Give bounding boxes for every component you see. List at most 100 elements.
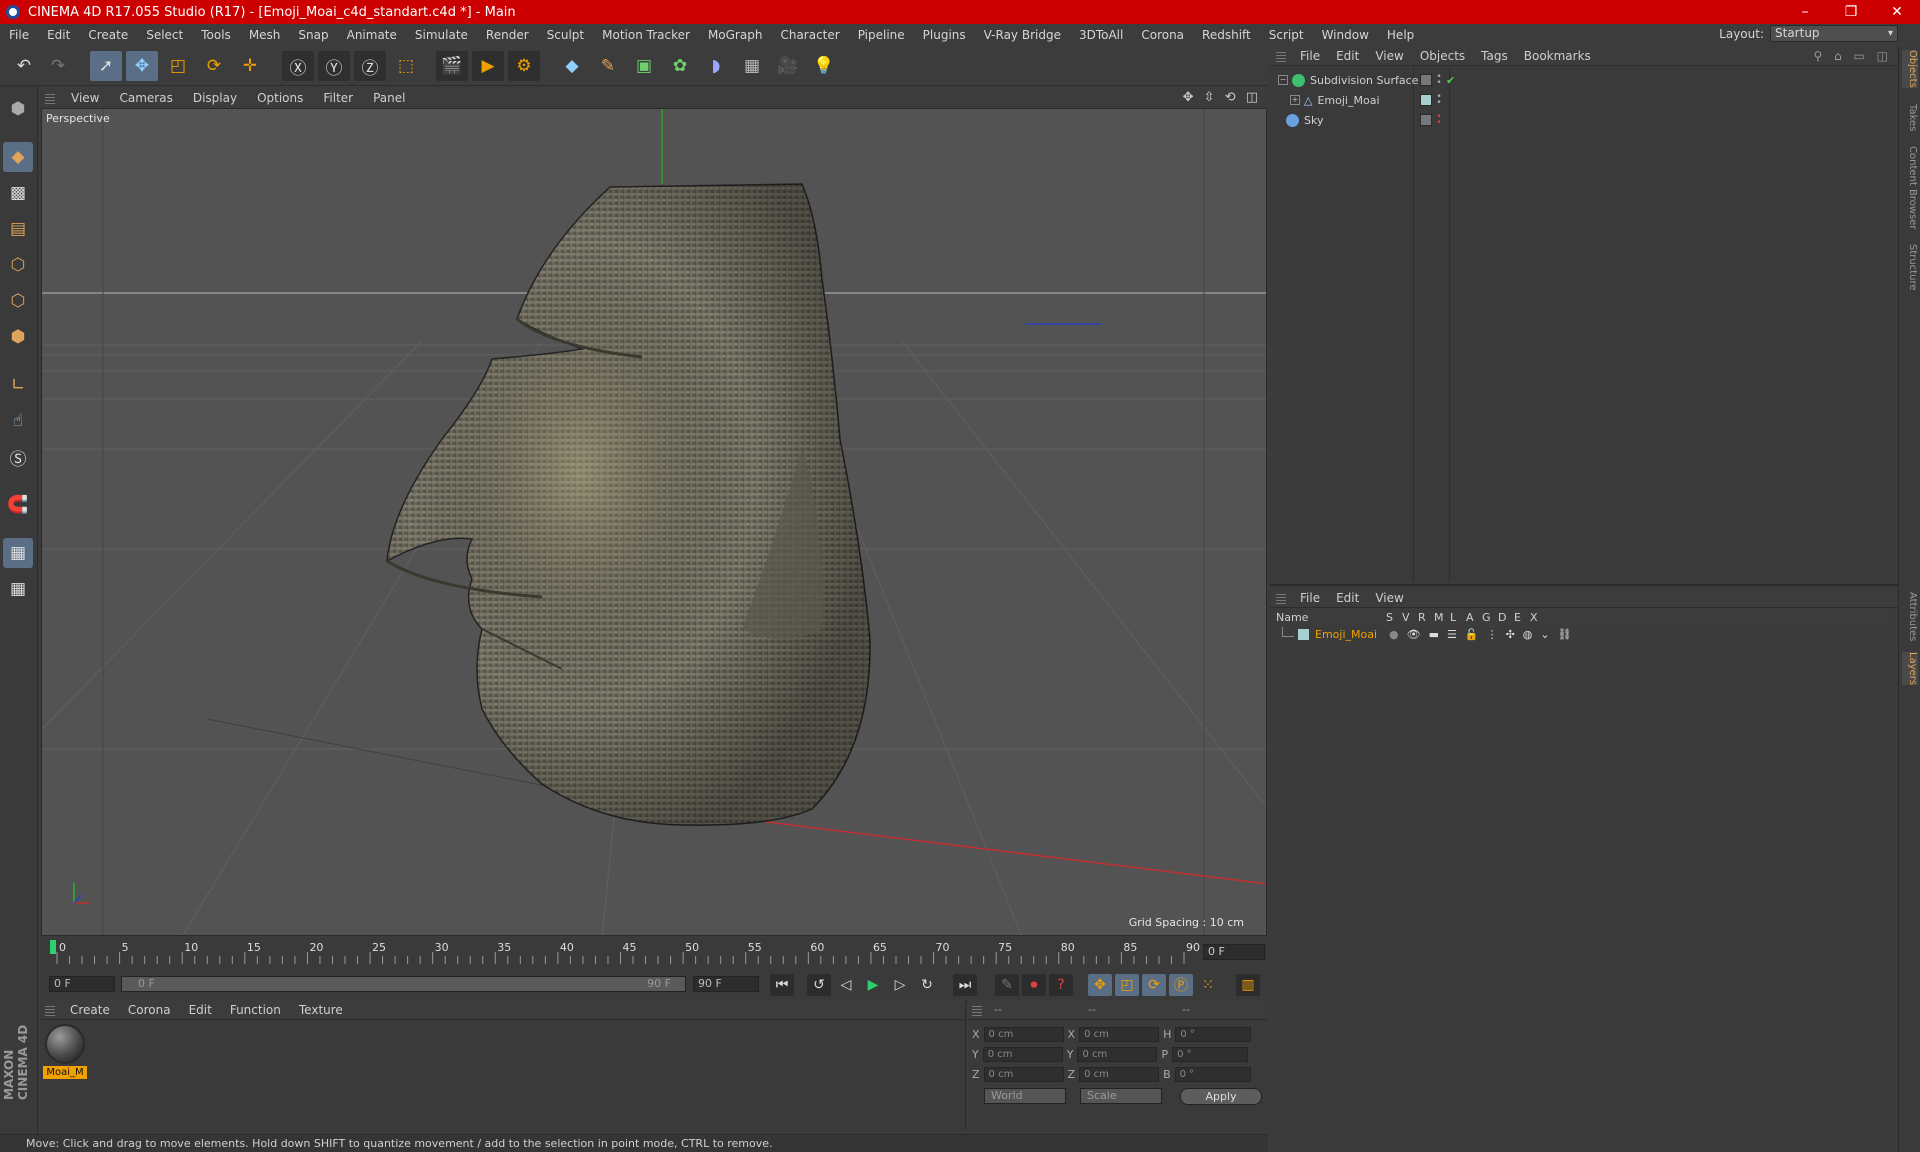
subdivision-icon[interactable]: ▣	[628, 51, 660, 81]
layer-col-expressions[interactable]: E	[1514, 611, 1521, 624]
size-x-field[interactable]: 0 cm	[1079, 1026, 1160, 1042]
position-z-field[interactable]: 0 cm	[983, 1066, 1064, 1082]
texture-mode-icon[interactable]: ▩	[3, 178, 33, 208]
key-position-icon[interactable]: ✥	[1088, 974, 1112, 996]
layer-col-animation[interactable]: A	[1466, 611, 1474, 624]
layout-dropdown[interactable]: Startup	[1770, 25, 1898, 42]
model-mode-icon[interactable]: ◆	[3, 142, 33, 172]
manager-toggle-icon[interactable]: ☰	[1447, 628, 1457, 641]
panel-grip-icon[interactable]	[45, 92, 55, 104]
view-toggle-icon[interactable]: 👁	[1407, 628, 1421, 641]
viewport-menu-display[interactable]: Display	[183, 91, 247, 105]
tab-objects[interactable]: Objects	[1902, 50, 1918, 88]
viewport-navigation-icons[interactable]: ✥ ⇳ ⟲ ◫	[1183, 90, 1261, 105]
objects-menu-objects[interactable]: Objects	[1412, 49, 1473, 63]
material-menu-edit[interactable]: Edit	[180, 1003, 221, 1017]
layer-col-solo[interactable]: S	[1386, 611, 1393, 624]
render-view-icon[interactable]: 🎬	[436, 51, 468, 81]
material-menu-corona[interactable]: Corona	[119, 1003, 180, 1017]
play-icon[interactable]: ▶	[861, 974, 885, 996]
camera-icon[interactable]: 🎥	[772, 51, 804, 81]
collapse-icon[interactable]: −	[1278, 75, 1288, 85]
menu-plugins[interactable]: Plugins	[914, 28, 975, 42]
viewport-menu-cameras[interactable]: Cameras	[109, 91, 182, 105]
menu-help[interactable]: Help	[1378, 28, 1423, 42]
restore-button[interactable]: ❐	[1828, 0, 1874, 24]
layer-col-view[interactable]: V	[1402, 611, 1410, 624]
current-frame-field[interactable]: 0 F	[1203, 944, 1265, 960]
previous-key-icon[interactable]: ↺	[807, 974, 831, 996]
tab-takes[interactable]: Takes	[1902, 104, 1918, 131]
layer-col-generators[interactable]: G	[1482, 611, 1491, 624]
layers-menu-file[interactable]: File	[1292, 591, 1328, 605]
panel-grip-icon[interactable]	[1276, 591, 1286, 604]
rotation-p-field[interactable]: 0 °	[1172, 1046, 1249, 1062]
render-toggle-icon[interactable]: ▬	[1429, 628, 1439, 641]
panel-grip-icon[interactable]	[972, 1003, 982, 1016]
layer-col-name[interactable]: Name	[1276, 611, 1308, 624]
object-manager-search-icon[interactable]: ⚲ ⌂ ▭ ◫	[1813, 49, 1892, 63]
timeline-ruler[interactable]: 0 5 10 15 20 25 30 35 40 45 50 55 60 65 70 75 80 85 90 0 F	[41, 938, 1267, 966]
playhead-marker[interactable]	[50, 940, 56, 954]
layers-menu-edit[interactable]: Edit	[1328, 591, 1367, 605]
live-select-icon[interactable]: ✛	[234, 51, 266, 81]
objects-menu-tags[interactable]: Tags	[1473, 49, 1516, 63]
material-menu-function[interactable]: Function	[221, 1003, 290, 1017]
go-to-end-icon[interactable]: ⏭	[953, 974, 977, 996]
visibility-dots-icon[interactable]: • •	[1436, 113, 1442, 128]
menu-script[interactable]: Script	[1260, 28, 1313, 42]
menu-window[interactable]: Window	[1313, 28, 1378, 42]
workplane-icon[interactable]: ▤	[3, 214, 33, 244]
redo-icon[interactable]: ↷	[42, 51, 74, 81]
polygons-mode-icon[interactable]: ⬢	[3, 322, 33, 352]
menu-select[interactable]: Select	[137, 28, 192, 42]
visibility-dots-icon[interactable]: • •	[1436, 93, 1442, 108]
snap-magnet-icon[interactable]: 🧲	[3, 490, 33, 520]
object-row-sky[interactable]: Sky • •	[1272, 110, 1892, 130]
next-key-icon[interactable]: ↻	[915, 974, 939, 996]
menu-vray-bridge[interactable]: V-Ray Bridge	[975, 28, 1070, 42]
object-list[interactable]: − Subdivision Surface • • ✔ + △ Emoji_Moa…	[1272, 68, 1896, 582]
select-arrow-icon[interactable]: ➚	[90, 51, 122, 81]
menu-file[interactable]: File	[0, 28, 38, 42]
next-frame-icon[interactable]: ▷	[888, 974, 912, 996]
solo-toggle-icon[interactable]: ●	[1389, 628, 1399, 641]
make-editable-icon[interactable]: ⬢	[3, 94, 33, 124]
lock-toggle-icon[interactable]: 🔓	[1465, 628, 1479, 641]
menu-character[interactable]: Character	[771, 28, 848, 42]
move-icon[interactable]: ✥	[126, 51, 158, 81]
cube-icon[interactable]: ◆	[556, 51, 588, 81]
rotation-b-field[interactable]: 0 °	[1174, 1066, 1251, 1082]
menu-redshift[interactable]: Redshift	[1193, 28, 1260, 42]
rotation-h-field[interactable]: 0 °	[1175, 1026, 1252, 1042]
layer-col-manager[interactable]: M	[1434, 611, 1444, 624]
tab-layers[interactable]: Layers	[1902, 652, 1918, 686]
menu-sculpt[interactable]: Sculpt	[538, 28, 593, 42]
viewport-menu-view[interactable]: View	[61, 91, 109, 105]
viewport-menu-filter[interactable]: Filter	[313, 91, 363, 105]
menu-snap[interactable]: Snap	[289, 28, 337, 42]
objects-menu-bookmarks[interactable]: Bookmarks	[1516, 49, 1599, 63]
menu-3dtoall[interactable]: 3DToAll	[1070, 28, 1132, 42]
workplane-align-icon[interactable]: ▦	[3, 574, 33, 604]
expand-icon[interactable]: +	[1290, 95, 1300, 105]
position-x-field[interactable]: 0 cm	[983, 1026, 1064, 1042]
scale-icon[interactable]: ◰	[162, 51, 194, 81]
tab-attributes[interactable]: Attributes	[1902, 592, 1918, 641]
key-scale-icon[interactable]: ◰	[1115, 974, 1139, 996]
size-z-field[interactable]: 0 cm	[1079, 1066, 1160, 1082]
material-swatch[interactable]: Moai_M	[43, 1024, 87, 1082]
visibility-dots-icon[interactable]: • •	[1436, 73, 1442, 88]
cloner-icon[interactable]: ✿	[664, 51, 696, 81]
motion-record-icon[interactable]: ✎	[995, 974, 1019, 996]
objects-menu-view[interactable]: View	[1367, 49, 1411, 63]
layer-col-locked[interactable]: L	[1450, 611, 1456, 624]
axis-mode-icon[interactable]: ∟	[3, 370, 33, 400]
menu-animate[interactable]: Animate	[338, 28, 406, 42]
z-axis-icon[interactable]: Ⓩ	[354, 51, 386, 81]
tweak-mode-icon[interactable]: ☝	[3, 406, 33, 436]
floor-icon[interactable]: ▦	[736, 51, 768, 81]
light-icon[interactable]: 💡	[808, 51, 840, 81]
y-axis-icon[interactable]: Ⓨ	[318, 51, 350, 81]
layer-col-xref[interactable]: X	[1530, 611, 1538, 624]
